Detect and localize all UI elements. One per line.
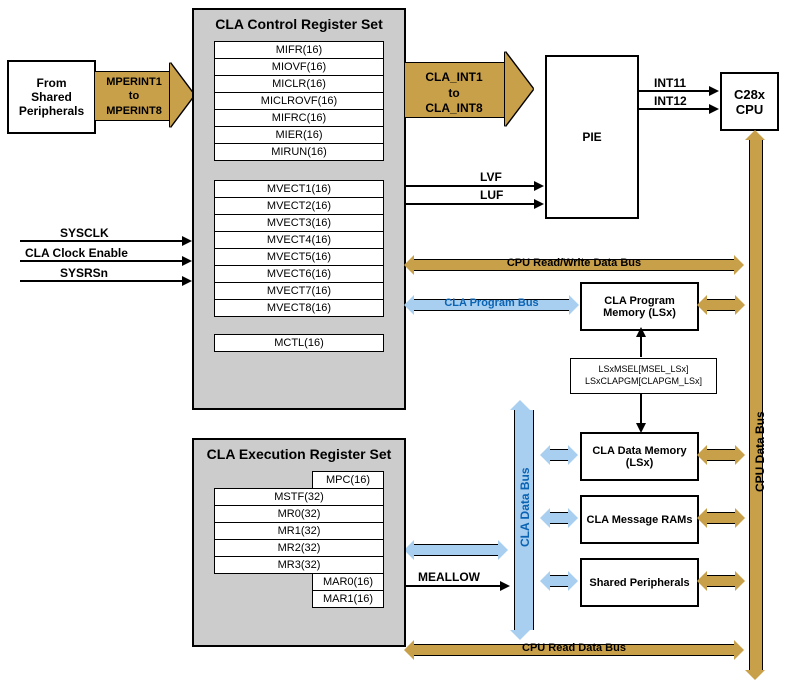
register-entry: MVECT8(16) (214, 299, 384, 317)
signal-label-lvf: LVF (480, 170, 502, 184)
register-entry: MIRUN(16) (214, 143, 384, 161)
bus-connector (540, 445, 578, 465)
register-entry: MIFRC(16) (214, 109, 384, 127)
lsx-config-box: LSxMSEL[MSEL_LSx] LSxCLAPGM[CLAPGM_LSx] (570, 358, 717, 394)
signal-int12 (637, 108, 717, 110)
text: LSxMSEL[MSEL_LSx] (598, 364, 688, 376)
signal-sysrsn (20, 280, 190, 282)
signal-cla-clock-enable (20, 260, 190, 262)
bus-cpu-read: CPU Read Data Bus (404, 640, 744, 660)
register-set-title: CLA Execution Register Set (194, 440, 404, 471)
bus-label-cla-data: CLA Data Bus (518, 457, 532, 547)
c28x-cpu-box: C28x CPU (720, 72, 779, 131)
register-entry: MVECT3(16) (214, 214, 384, 232)
bus-connector (540, 571, 578, 591)
signal-config-up (640, 329, 642, 357)
cla-data-memory-box: CLA Data Memory (LSx) (580, 432, 699, 481)
signal-label-sysclk: SYSCLK (60, 226, 109, 240)
bus-cla-program: CLA Program Bus (404, 295, 579, 315)
cla-message-rams-box: CLA Message RAMs (580, 495, 699, 544)
signal-label-luf: LUF (480, 188, 503, 202)
text: Peripherals (19, 104, 84, 118)
shared-peripherals-box: Shared Peripherals (580, 558, 699, 607)
signal-label-meallow: MEALLOW (418, 570, 480, 584)
cla-execution-register-set: CLA Execution Register Set MPC(16) MSTF(… (192, 438, 406, 647)
cla-program-memory-box: CLA Program Memory (LSx) (580, 282, 699, 331)
text: Shared (31, 90, 72, 104)
text: PIE (582, 130, 601, 144)
signal-lvf (404, 185, 542, 187)
bus-connector-progmem-cpu (697, 295, 745, 315)
register-entry: MVECT5(16) (214, 248, 384, 266)
signal-label-sysrsn: SYSRSn (60, 266, 108, 280)
register-entry: MR0(32) (214, 505, 384, 523)
register-entry: MIOVF(16) (214, 58, 384, 76)
register-entry: MR3(32) (214, 556, 384, 574)
register-entry: MAR0(16) (312, 573, 384, 591)
bus-cla-data-to-exec (404, 540, 508, 560)
cla-control-register-set: CLA Control Register Set MIFR(16) MIOVF(… (192, 8, 406, 410)
signal-int11 (637, 90, 717, 92)
register-entry: MVECT7(16) (214, 282, 384, 300)
register-entry: MCTL(16) (214, 334, 384, 352)
signal-luf (404, 203, 542, 205)
register-entry: MICLROVF(16) (214, 92, 384, 110)
bus-connector (697, 445, 745, 465)
bus-label-cpu-data: CPU Data Bus (753, 402, 767, 492)
text: C28x (734, 87, 765, 102)
register-entry: MR2(32) (214, 539, 384, 557)
bus-cpu-rw: CPU Read/Write Data Bus (404, 255, 744, 275)
control-register-group-1: MIFR(16) MIOVF(16) MICLR(16) MICLROVF(16… (214, 41, 384, 161)
register-entry: MR1(32) (214, 522, 384, 540)
signal-sysclk (20, 240, 190, 242)
text: CLA Program Memory (LSx) (582, 295, 697, 319)
text: Shared Peripherals (589, 577, 689, 589)
mperint-arrow: MPERINT1 to MPERINT8 (94, 63, 194, 127)
register-set-title: CLA Control Register Set (194, 10, 404, 41)
text: From (37, 76, 67, 90)
register-entry: MVECT4(16) (214, 231, 384, 249)
bus-connector (697, 508, 745, 528)
cla-int-arrow: CLA_INT1 to CLA_INT8 (404, 52, 534, 126)
text: LSxCLAPGM[CLAPGM_LSx] (585, 376, 702, 388)
register-entry: MVECT6(16) (214, 265, 384, 283)
register-entry: MIFR(16) (214, 41, 384, 59)
text: CLA Message RAMs (587, 514, 693, 526)
register-entry: MVECT1(16) (214, 180, 384, 198)
pie-box: PIE (545, 55, 639, 219)
control-register-group-2: MVECT1(16) MVECT2(16) MVECT3(16) MVECT4(… (214, 180, 384, 317)
signal-label-int12: INT12 (654, 94, 687, 108)
signal-label-cla-clock-enable: CLA Clock Enable (25, 246, 128, 260)
signal-config-down (640, 393, 642, 431)
text: CLA Data Memory (LSx) (582, 445, 697, 469)
register-entry: MICLR(16) (214, 75, 384, 93)
register-entry: MAR1(16) (312, 590, 384, 608)
signal-label-int11: INT11 (654, 76, 686, 90)
bus-connector (697, 571, 745, 591)
bus-connector (540, 508, 578, 528)
register-entry: MIER(16) (214, 126, 384, 144)
register-entry: MVECT2(16) (214, 197, 384, 215)
text: CPU (736, 102, 763, 117)
signal-meallow (404, 585, 508, 587)
register-entry: MSTF(32) (214, 488, 384, 506)
from-shared-peripherals-box: From Shared Peripherals (7, 60, 96, 134)
register-entry: MPC(16) (312, 471, 384, 489)
